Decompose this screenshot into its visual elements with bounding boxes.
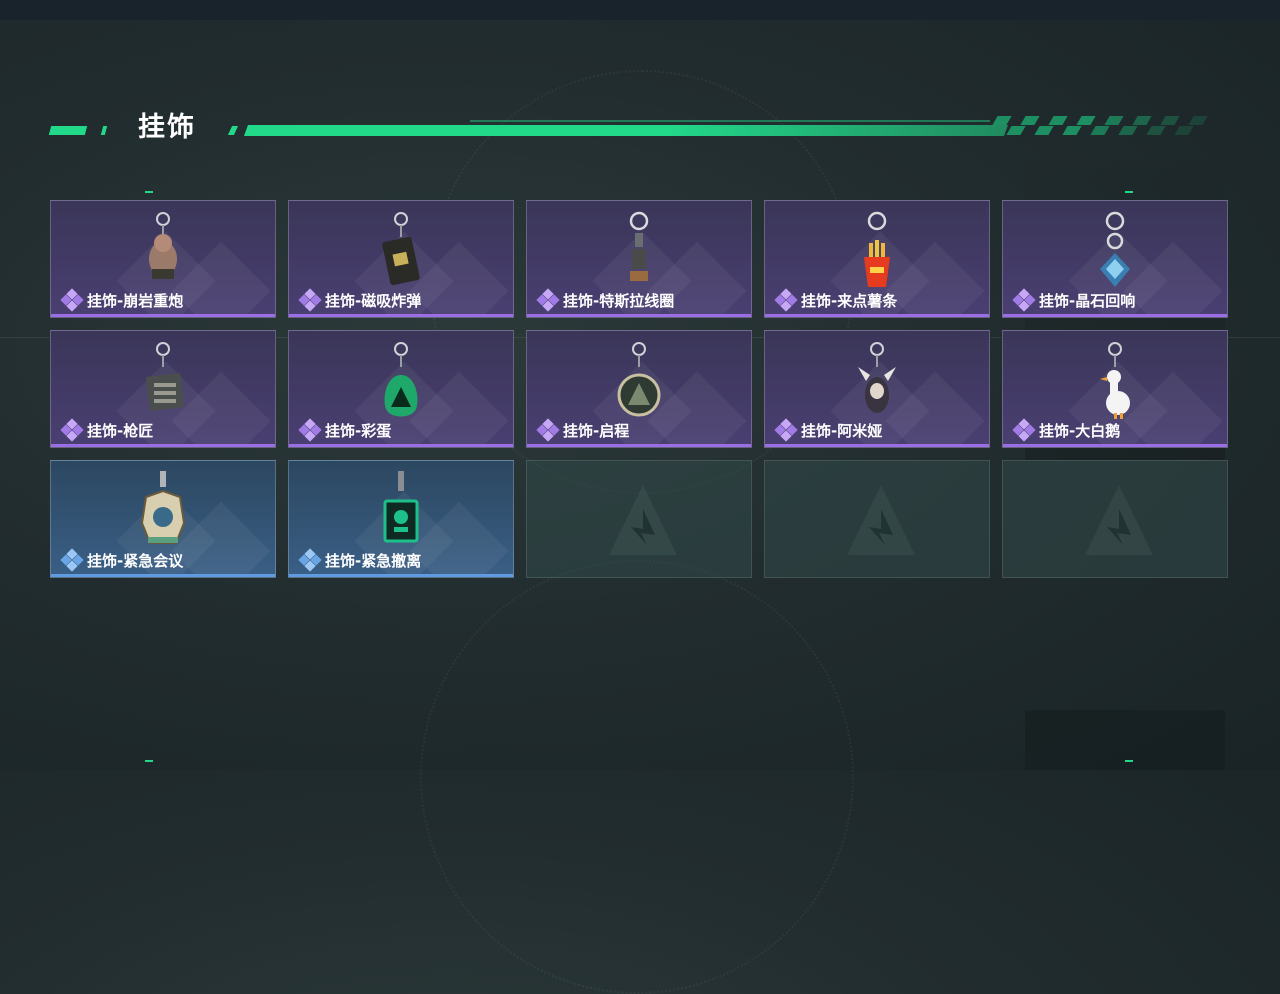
rarity-gem-icon [1012, 418, 1036, 442]
charm-slot[interactable]: 挂饰-特斯拉线圈 [526, 200, 752, 318]
fries-charm [864, 211, 890, 287]
header-thin-line [470, 120, 990, 122]
rarity-bar [765, 314, 989, 317]
rarity-bar [289, 444, 513, 447]
charm-slot[interactable]: 挂饰-崩岩重炮 [50, 200, 276, 318]
charm-slot[interactable]: 挂饰-枪匠 [50, 330, 276, 448]
charm-label: 挂饰-阿米娅 [774, 418, 883, 442]
header-accent [48, 126, 88, 135]
rarity-gem-icon [298, 288, 322, 312]
gunsmith-charm [146, 342, 184, 411]
charm-slot[interactable]: 挂饰-阿米娅 [764, 330, 990, 448]
rarity-bar [51, 444, 275, 447]
corner-marker [1125, 760, 1133, 762]
charm-slot[interactable]: 挂饰-启程 [526, 330, 752, 448]
charm-label: 挂饰-晶石回响 [1012, 288, 1136, 312]
rarity-gem-icon [774, 418, 798, 442]
charm-slot[interactable]: 挂饰-来点薯条 [764, 200, 990, 318]
charm-label: 挂饰-枪匠 [60, 418, 154, 442]
charm-name: 挂饰-彩蛋 [325, 421, 392, 440]
empty-logo-icon [609, 485, 677, 555]
empty-logo-icon [1085, 485, 1153, 555]
magnetic-bomb-charm [382, 212, 420, 286]
charm-label: 挂饰-来点薯条 [774, 288, 898, 312]
rock-soldier-charm [149, 212, 177, 279]
charm-slot[interactable]: 挂饰-磁吸炸弹 [288, 200, 514, 318]
charm-name: 挂饰-来点薯条 [801, 291, 898, 310]
charm-grid: 挂饰-崩岩重炮 挂饰-磁吸炸弹 挂饰-特斯拉线圈 挂饰-来点薯条 挂饰-晶石回响挂饰-枪… [50, 200, 1230, 580]
charm-name: 挂饰-启程 [563, 421, 630, 440]
charm-name: 挂饰-紧急会议 [87, 551, 184, 570]
rarity-bar [51, 574, 275, 577]
rarity-gem-icon [60, 418, 84, 442]
header-checker-pattern [992, 116, 1208, 136]
rarity-bar [765, 444, 989, 447]
corner-marker [145, 760, 153, 762]
rarity-bar [527, 314, 751, 317]
corner-marker [145, 191, 153, 193]
empty-slot[interactable] [764, 460, 990, 578]
charm-name: 挂饰-紧急撤离 [325, 551, 422, 570]
crystal-charm [1100, 211, 1130, 287]
section-header: 挂饰 [48, 108, 1210, 148]
charm-name: 挂饰-大白鹅 [1039, 421, 1121, 440]
charm-label: 挂饰-紧急撤离 [298, 548, 422, 572]
charm-name: 挂饰-阿米娅 [801, 421, 883, 440]
header-stripe [243, 125, 1009, 136]
empty-slot[interactable] [1002, 460, 1228, 578]
background-decoration [420, 560, 854, 994]
rarity-gem-icon [536, 418, 560, 442]
section-title: 挂饰 [138, 112, 196, 143]
rarity-gem-icon [298, 418, 322, 442]
charm-slot[interactable]: 挂饰-彩蛋 [288, 330, 514, 448]
emergency-evac-charm [383, 471, 419, 543]
charm-label: 挂饰-磁吸炸弹 [298, 288, 422, 312]
tesla-coil-charm [629, 211, 649, 281]
charm-label: 挂饰-紧急会议 [60, 548, 184, 572]
top-bar [0, 0, 1280, 20]
charm-label: 挂饰-大白鹅 [1012, 418, 1121, 442]
charm-slot[interactable]: 挂饰-紧急会议 [50, 460, 276, 578]
header-accent [227, 126, 239, 135]
amiya-charm [858, 342, 896, 413]
corner-marker [1125, 191, 1133, 193]
white-goose-charm [1100, 342, 1130, 419]
charm-name: 挂饰-晶石回响 [1039, 291, 1136, 310]
charm-label: 挂饰-崩岩重炮 [60, 288, 184, 312]
charm-name: 挂饰-枪匠 [87, 421, 154, 440]
charm-slot[interactable]: 挂饰-晶石回响 [1002, 200, 1228, 318]
rarity-bar [289, 574, 513, 577]
rarity-gem-icon [298, 548, 322, 572]
rarity-gem-icon [536, 288, 560, 312]
charm-label: 挂饰-启程 [536, 418, 630, 442]
rarity-bar [1003, 314, 1227, 317]
empty-logo-icon [847, 485, 915, 555]
rarity-bar [1003, 444, 1227, 447]
charm-slot[interactable]: 挂饰-紧急撤离 [288, 460, 514, 578]
header-accent [100, 126, 108, 135]
charm-name: 挂饰-磁吸炸弹 [325, 291, 422, 310]
charm-slot[interactable]: 挂饰-大白鹅 [1002, 330, 1228, 448]
charm-name: 挂饰-崩岩重炮 [87, 291, 184, 310]
rarity-bar [51, 314, 275, 317]
emergency-meeting-charm [140, 471, 186, 544]
charm-label: 挂饰-彩蛋 [298, 418, 392, 442]
rarity-bar [527, 444, 751, 447]
depart-badge-charm [617, 342, 661, 417]
easter-egg-charm [384, 342, 418, 417]
charm-label: 挂饰-特斯拉线圈 [536, 288, 675, 312]
rarity-bar [289, 314, 513, 317]
rarity-gem-icon [60, 288, 84, 312]
rarity-gem-icon [774, 288, 798, 312]
rarity-gem-icon [60, 548, 84, 572]
empty-slot[interactable] [526, 460, 752, 578]
charm-name: 挂饰-特斯拉线圈 [563, 291, 675, 310]
rarity-gem-icon [1012, 288, 1036, 312]
